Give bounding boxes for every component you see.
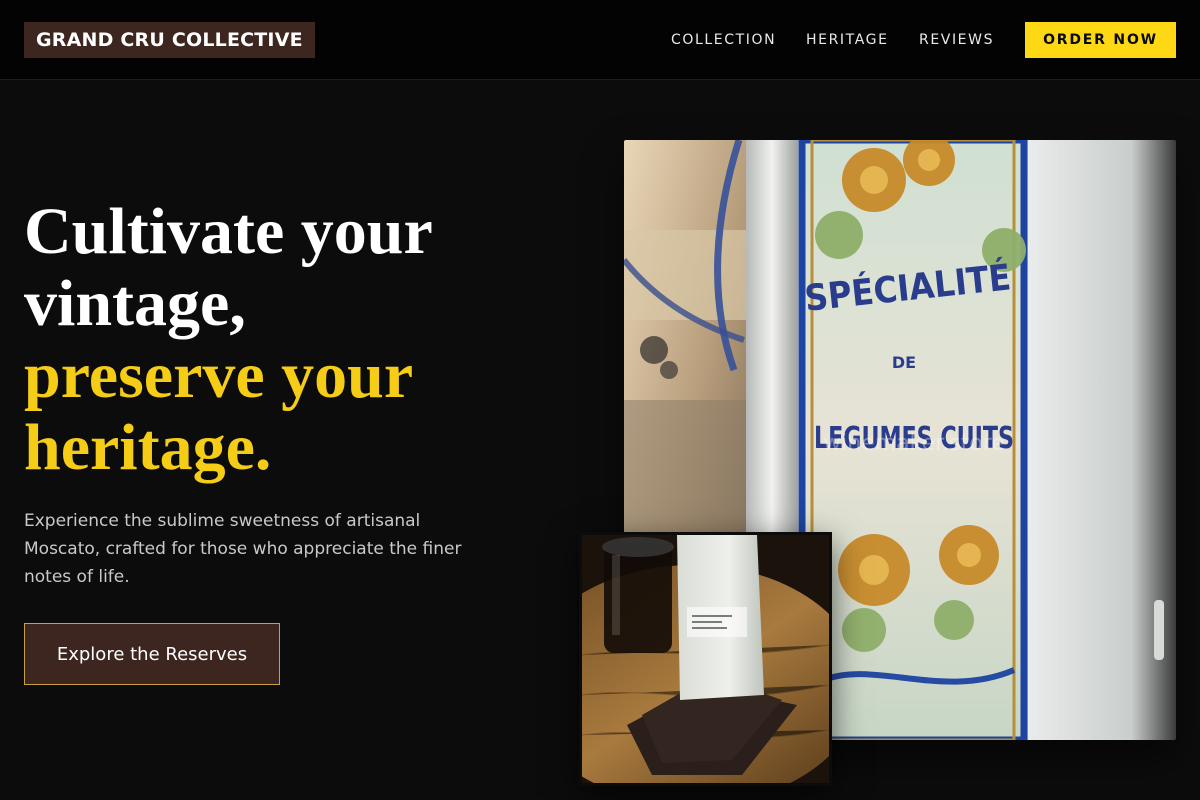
hero-headline: Cultivate your vintage, preserve your he… [24, 196, 494, 484]
hero-subcopy: Experience the sublime sweetness of arti… [24, 511, 462, 587]
brand-logo[interactable]: GRAND CRU COLLECTIVE [24, 22, 315, 58]
image-watermark: winemaker.store [823, 431, 1005, 456]
nav-link-heritage[interactable]: HERITAGE [806, 32, 889, 48]
nav-link-reviews[interactable]: REVIEWS [919, 32, 994, 48]
hero-photo-small [579, 532, 832, 786]
top-nav: GRAND CRU COLLECTIVE COLLECTION HERITAGE… [0, 0, 1200, 80]
headline-line-2: vintage, [24, 267, 246, 340]
headline-accent-line-1: preserve your [24, 339, 414, 412]
order-now-button[interactable]: ORDER NOW [1025, 22, 1176, 58]
explore-reserves-button[interactable]: Explore the Reserves [24, 623, 280, 685]
coffee-bag-image [582, 535, 829, 783]
sign-text-de: DE [892, 353, 916, 372]
headline-line-1: Cultivate your [24, 195, 433, 268]
headline-accent-line-2: heritage. [24, 411, 272, 484]
nav-link-collection[interactable]: COLLECTION [671, 32, 776, 48]
